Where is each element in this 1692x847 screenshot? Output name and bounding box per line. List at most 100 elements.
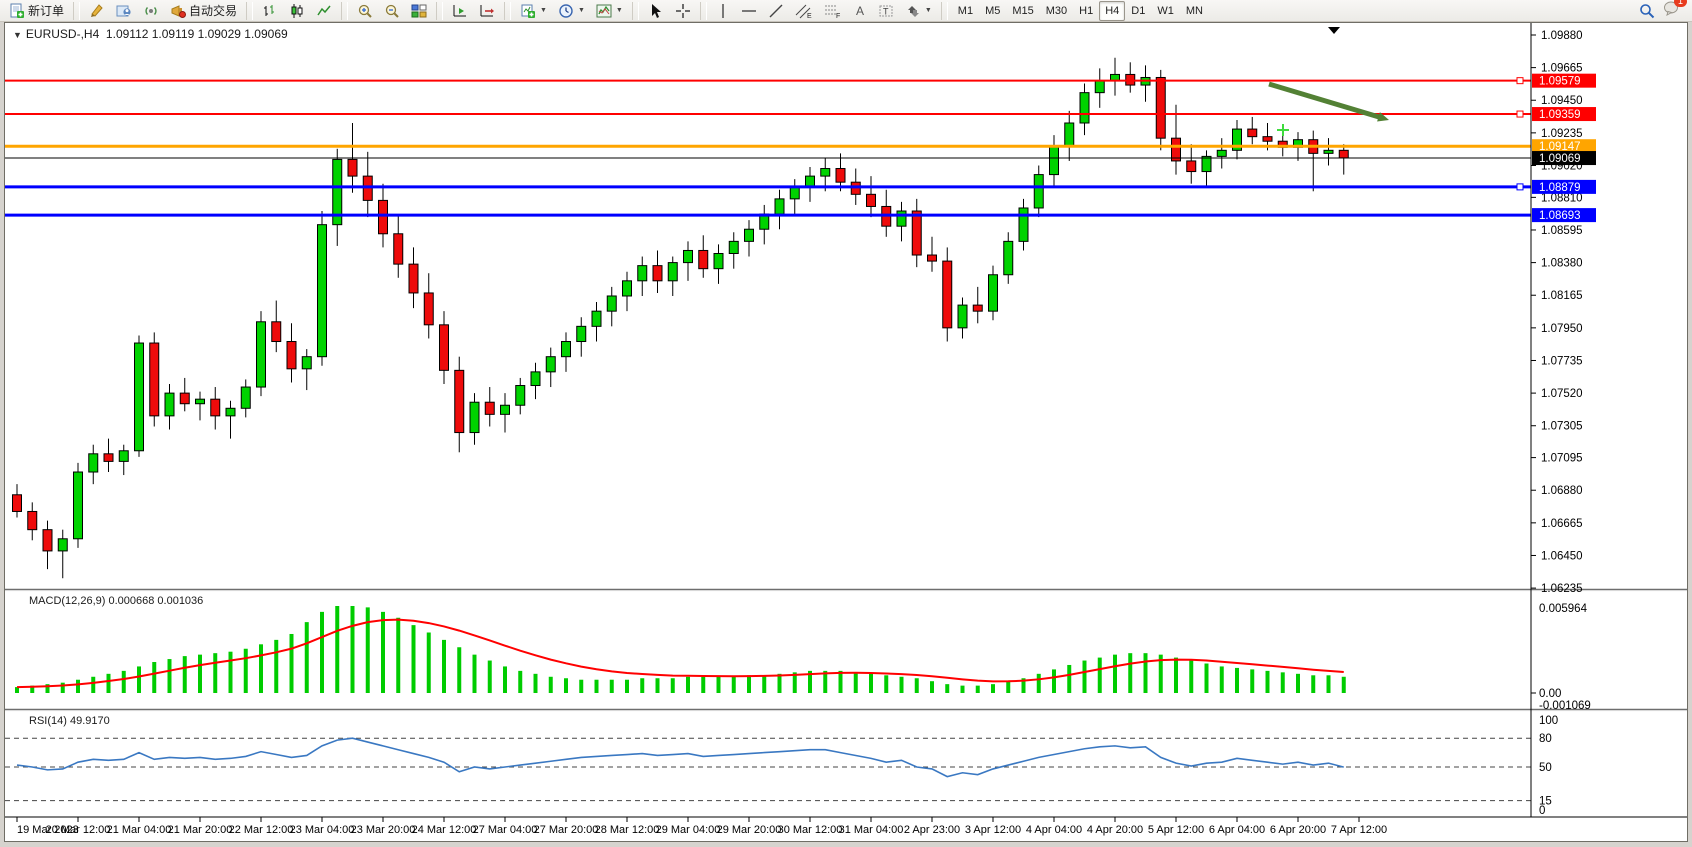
text-label-button[interactable]: T: [873, 1, 899, 21]
zoom-in-button[interactable]: [352, 1, 378, 21]
timeframe-button-m1[interactable]: M1: [952, 1, 979, 21]
indicators-dropdown[interactable]: ▼: [591, 1, 628, 21]
indicators-icon: [596, 3, 612, 19]
macd-label: MACD(12,26,9) 0.000668 0.001036: [29, 595, 203, 607]
toolbar-separator: [73, 2, 80, 20]
timeframe-button-h4[interactable]: H4: [1099, 1, 1125, 21]
chart-shift-button[interactable]: [474, 1, 500, 21]
svg-text:0.005964: 0.005964: [1539, 603, 1588, 615]
chart-title: ▼ EURUSD-,H4 1.09112 1.09119 1.09029 1.09…: [13, 27, 288, 41]
vertical-line-icon: [716, 3, 730, 19]
chart-title-text: EURUSD-,H4 1.09112 1.09119 1.09029 1.090…: [26, 27, 288, 41]
new-order-icon: [9, 3, 25, 19]
autotrading-label: 自动交易: [189, 2, 237, 19]
label-icon: T: [878, 3, 894, 19]
svg-text:2 Apr 23:00: 2 Apr 23:00: [904, 824, 960, 836]
svg-text:0.00: 0.00: [1539, 688, 1561, 700]
equidistant-channel-button[interactable]: E: [790, 1, 818, 21]
svg-text:3 Apr 12:00: 3 Apr 12:00: [965, 824, 1021, 836]
bar-chart-button[interactable]: [257, 1, 283, 21]
rsi-label: RSI(14) 49.9170: [29, 715, 110, 727]
main-toolbar: 新订单 自动交易 ▼ ▼: [0, 0, 1692, 22]
auto-scroll-icon: [452, 3, 468, 19]
svg-text:4 Apr 04:00: 4 Apr 04:00: [1026, 824, 1082, 836]
toolbar-separator: [632, 2, 639, 20]
svg-text:31 Mar 04:00: 31 Mar 04:00: [839, 824, 904, 836]
profile-icon: [116, 3, 132, 19]
timeframe-button-mn[interactable]: MN: [1180, 1, 1209, 21]
symbol-dropdown-icon[interactable]: ▼: [13, 30, 22, 40]
candlestick-chart-button[interactable]: [284, 1, 310, 21]
svg-text:30 Mar 12:00: 30 Mar 12:00: [778, 824, 843, 836]
svg-text:20 Mar 12:00: 20 Mar 12:00: [46, 824, 111, 836]
hline-handle[interactable]: [1517, 111, 1523, 117]
timeframe-button-m15[interactable]: M15: [1006, 1, 1039, 21]
channel-icon: E: [795, 3, 813, 19]
autotrading-button[interactable]: 自动交易: [165, 1, 242, 21]
svg-text:21 Mar 04:00: 21 Mar 04:00: [107, 824, 172, 836]
strategy-tester-button[interactable]: [138, 1, 164, 21]
toolbar-separator: [700, 2, 707, 20]
trendline-button[interactable]: [763, 1, 789, 21]
fibonacci-icon: F: [824, 3, 842, 19]
shapes-icon: [905, 3, 921, 19]
svg-text:-0.001069: -0.001069: [1539, 700, 1591, 712]
timeframe-button-m5[interactable]: M5: [979, 1, 1006, 21]
svg-text:28 Mar 12:00: 28 Mar 12:00: [595, 824, 660, 836]
tile-windows-button[interactable]: [406, 1, 432, 21]
search-icon[interactable]: [1639, 3, 1655, 19]
timeframe-button-w1[interactable]: W1: [1151, 1, 1180, 21]
chevron-down-icon: ▼: [540, 7, 547, 14]
line-chart-button[interactable]: [311, 1, 337, 21]
svg-text:24 Mar 12:00: 24 Mar 12:00: [412, 824, 477, 836]
toolbar-separator: [436, 2, 443, 20]
chevron-down-icon: ▼: [925, 7, 932, 14]
data-window-button[interactable]: [111, 1, 137, 21]
period-dropdown[interactable]: ▼: [553, 1, 590, 21]
chart-canvas[interactable]: 1.098801.096651.094501.092351.090201.088…: [5, 23, 1687, 841]
svg-text:1.06880: 1.06880: [1541, 485, 1583, 497]
vertical-line-button[interactable]: [711, 1, 735, 21]
svg-text:1.09579: 1.09579: [1539, 76, 1581, 88]
horizontal-line-button[interactable]: [736, 1, 762, 21]
chart-window: 1.098801.096651.094501.092351.090201.088…: [4, 22, 1688, 842]
notifications-button[interactable]: 1: [1663, 0, 1680, 21]
cursor-button[interactable]: [643, 1, 669, 21]
timeframe-button-d1[interactable]: D1: [1125, 1, 1151, 21]
toolbar-separator: [246, 2, 253, 20]
tile-windows-icon: [411, 3, 427, 19]
svg-text:1.08810: 1.08810: [1541, 192, 1583, 204]
new-chart-dropdown[interactable]: ▼: [515, 1, 552, 21]
new-order-button[interactable]: 新订单: [4, 1, 69, 21]
svg-text:1.07520: 1.07520: [1541, 388, 1583, 400]
svg-text:F: F: [836, 13, 840, 19]
timeframe-group: M1M5M15M30H1H4D1W1MN: [952, 1, 1209, 21]
notification-count-badge: 1: [1674, 0, 1687, 7]
svg-text:22 Mar 12:00: 22 Mar 12:00: [229, 824, 294, 836]
svg-text:1.06450: 1.06450: [1541, 550, 1583, 562]
zoom-out-button[interactable]: [379, 1, 405, 21]
svg-text:T: T: [883, 6, 889, 16]
brush-icon: [89, 3, 105, 19]
timeframe-button-h1[interactable]: H1: [1073, 1, 1099, 21]
svg-text:100: 100: [1539, 715, 1558, 727]
arrows-dropdown[interactable]: ▼: [900, 1, 937, 21]
crosshair-button[interactable]: [670, 1, 696, 21]
hline-handle[interactable]: [1517, 184, 1523, 190]
zoom-in-icon: [357, 3, 373, 19]
timeframe-button-m30[interactable]: M30: [1040, 1, 1073, 21]
chevron-down-icon: ▼: [616, 7, 623, 14]
svg-text:1.07305: 1.07305: [1541, 421, 1583, 433]
crosshair-icon: [675, 3, 691, 19]
line-chart-icon: [316, 3, 332, 19]
fibonacci-button[interactable]: F: [819, 1, 847, 21]
candlestick-icon: [289, 3, 305, 19]
chevron-down-icon: ▼: [578, 7, 585, 14]
market-watch-button[interactable]: [84, 1, 110, 21]
svg-text:80: 80: [1539, 733, 1552, 745]
text-button[interactable]: A: [848, 1, 872, 21]
hline-handle[interactable]: [1517, 78, 1523, 84]
auto-scroll-button[interactable]: [447, 1, 473, 21]
svg-text:1.06235: 1.06235: [1541, 583, 1583, 595]
svg-text:1.07735: 1.07735: [1541, 355, 1583, 367]
